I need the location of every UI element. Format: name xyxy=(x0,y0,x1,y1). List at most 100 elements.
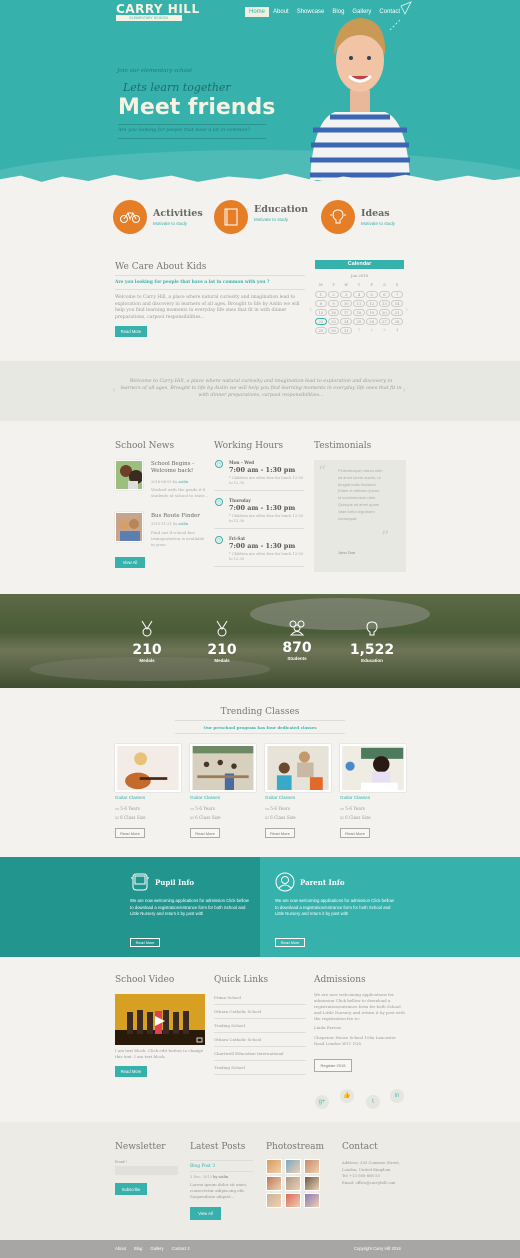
class-image[interactable] xyxy=(115,744,181,792)
class-image[interactable] xyxy=(265,744,331,792)
calendar-day[interactable]: 27 xyxy=(378,318,391,325)
video-player[interactable] xyxy=(115,994,205,1045)
footer-link-gallery[interactable]: Gallery xyxy=(150,1246,163,1251)
photostream-thumbnail[interactable] xyxy=(285,1159,301,1174)
photostream-thumbnail[interactable] xyxy=(266,1159,282,1174)
news-title[interactable]: Bus Route Finder xyxy=(151,513,200,520)
class-image[interactable] xyxy=(190,744,256,792)
quick-link[interactable]: Chartwell Education International xyxy=(214,1047,306,1061)
calendar-day[interactable]: 12 xyxy=(365,300,378,307)
quick-link[interactable]: Trading School xyxy=(214,1061,306,1075)
quick-link[interactable]: Othara Catholic School xyxy=(214,1033,306,1047)
feature-education[interactable]: Education Motivate to study xyxy=(214,200,308,234)
calendar-day[interactable]: 26 xyxy=(365,318,378,325)
contact-email[interactable]: Email: office@carryhill.com xyxy=(342,1180,395,1187)
quick-link[interactable]: Trading School xyxy=(214,1019,306,1033)
calendar-day[interactable]: 21 xyxy=(391,309,403,316)
google-plus-icon[interactable]: g+ xyxy=(315,1095,329,1109)
news-author[interactable]: aislin xyxy=(178,522,188,526)
photostream-thumbnail[interactable] xyxy=(304,1193,320,1208)
post-title[interactable]: Blog Post 3 xyxy=(190,1164,215,1169)
calendar-grid: M T W T F S S 1 2 3 4 5 6 7 8 9 10 11 12 13 14 15 16 17 18 19 20 21… xyxy=(315,282,403,334)
nav-home[interactable]: Home xyxy=(245,7,270,17)
class-read-more-button[interactable]: Read More xyxy=(265,828,295,838)
logo-title[interactable]: CARRY HILL xyxy=(116,2,200,16)
calendar-day[interactable]: 30 xyxy=(327,327,340,334)
email-input[interactable] xyxy=(115,1166,178,1175)
calendar-day[interactable]: 20 xyxy=(378,309,391,316)
class-title[interactable]: Guitar Classes xyxy=(265,795,295,800)
class-size: ☑ 6 Class Size xyxy=(115,815,146,820)
calendar-day[interactable]: 5 xyxy=(365,291,378,298)
news-thumbnail[interactable] xyxy=(115,460,143,490)
feature-activities[interactable]: Activities Motivate to study xyxy=(113,200,203,234)
calendar-day[interactable]: 18 xyxy=(353,309,365,316)
stat-value: 870 xyxy=(282,640,312,656)
feature-subtitle: Motivate to study xyxy=(361,221,396,226)
calendar-day[interactable]: 3 xyxy=(340,291,353,298)
quick-link[interactable]: Prima School xyxy=(214,991,306,1005)
linkedin-icon[interactable]: in xyxy=(390,1089,404,1103)
photostream-thumbnail[interactable] xyxy=(304,1176,320,1191)
subscribe-button[interactable]: Subscribe xyxy=(115,1183,147,1195)
nav-about[interactable]: About xyxy=(269,7,293,17)
view-all-button[interactable]: View All xyxy=(115,557,145,568)
read-more-button[interactable]: Read More xyxy=(115,326,147,337)
calendar-day[interactable]: 6 xyxy=(378,291,391,298)
band-next-icon[interactable]: › xyxy=(402,385,406,396)
calendar-day[interactable]: 8 xyxy=(315,300,327,307)
calendar-day[interactable]: 24 xyxy=(340,318,353,325)
class-read-more-button[interactable]: Read More xyxy=(340,828,370,838)
calendar-day[interactable]: 29 xyxy=(315,327,327,334)
calendar-day[interactable]: 1 xyxy=(315,291,327,298)
news-thumbnail[interactable] xyxy=(115,512,143,542)
calendar-day[interactable]: 31 xyxy=(340,327,353,334)
parent-read-more-button[interactable]: Read More xyxy=(275,938,305,947)
class-image[interactable] xyxy=(340,744,406,792)
register-button[interactable]: Register 2015 xyxy=(314,1059,352,1072)
calendar-day[interactable]: 28 xyxy=(391,318,403,325)
photostream-thumbnail[interactable] xyxy=(266,1193,282,1208)
calendar-day[interactable]: 22 xyxy=(315,318,327,325)
pupil-read-more-button[interactable]: Read More xyxy=(130,938,160,947)
class-title[interactable]: Guitar Classes xyxy=(115,795,145,800)
footer-link-about[interactable]: About xyxy=(115,1246,126,1251)
photostream-thumbnail[interactable] xyxy=(285,1193,301,1208)
footer-link-contact[interactable]: Contact 3 xyxy=(172,1246,190,1251)
class-read-more-button[interactable]: Read More xyxy=(190,828,220,838)
calendar-day[interactable]: 10 xyxy=(340,300,353,307)
calendar-day[interactable]: 25 xyxy=(353,318,365,325)
calendar-day[interactable]: 13 xyxy=(378,300,391,307)
calendar-day[interactable]: 23 xyxy=(327,318,340,325)
quick-link[interactable]: Othara Catholic School xyxy=(214,1005,306,1019)
calendar-day[interactable]: 4 xyxy=(353,291,365,298)
class-title[interactable]: Guitar Classes xyxy=(190,795,220,800)
calendar-day[interactable]: 16 xyxy=(327,309,340,316)
calendar-prev-icon[interactable]: ‹ xyxy=(309,305,312,314)
calendar-next-icon[interactable]: › xyxy=(405,305,408,314)
calendar-day[interactable]: 9 xyxy=(327,300,340,307)
calendar-day[interactable]: 14 xyxy=(391,300,403,307)
calendar-day[interactable]: 15 xyxy=(315,309,327,316)
video-read-more-button[interactable]: Read More xyxy=(115,1066,147,1077)
posts-view-all-button[interactable]: View All xyxy=(190,1207,221,1220)
calendar-day[interactable]: 7 xyxy=(391,291,403,298)
admissions-text: We are now welcoming applications for ad… xyxy=(314,992,405,1021)
photostream-thumbnail[interactable] xyxy=(285,1176,301,1191)
calendar-day[interactable]: 11 xyxy=(353,300,365,307)
footer-link-blog[interactable]: Blog xyxy=(134,1246,142,1251)
photostream-thumbnail[interactable] xyxy=(266,1176,282,1191)
feature-ideas[interactable]: Ideas Motivate to study xyxy=(321,200,395,234)
news-title[interactable]: School Begins - Welcome back! xyxy=(151,461,211,475)
photostream-thumbnail[interactable] xyxy=(304,1159,320,1174)
like-icon[interactable]: 👍 xyxy=(340,1089,354,1103)
calendar-day[interactable]: 2 xyxy=(327,291,340,298)
news-author[interactable]: aislin xyxy=(178,480,188,484)
class-read-more-button[interactable]: Read More xyxy=(115,828,145,838)
band-prev-icon[interactable]: ‹ xyxy=(112,385,116,396)
twitter-icon[interactable]: t xyxy=(366,1095,380,1109)
admissions-name: Linda Farrow xyxy=(314,1025,342,1030)
calendar-day[interactable]: 19 xyxy=(365,309,378,316)
calendar-day[interactable]: 17 xyxy=(340,309,353,316)
class-title[interactable]: Guitar Classes xyxy=(340,795,370,800)
